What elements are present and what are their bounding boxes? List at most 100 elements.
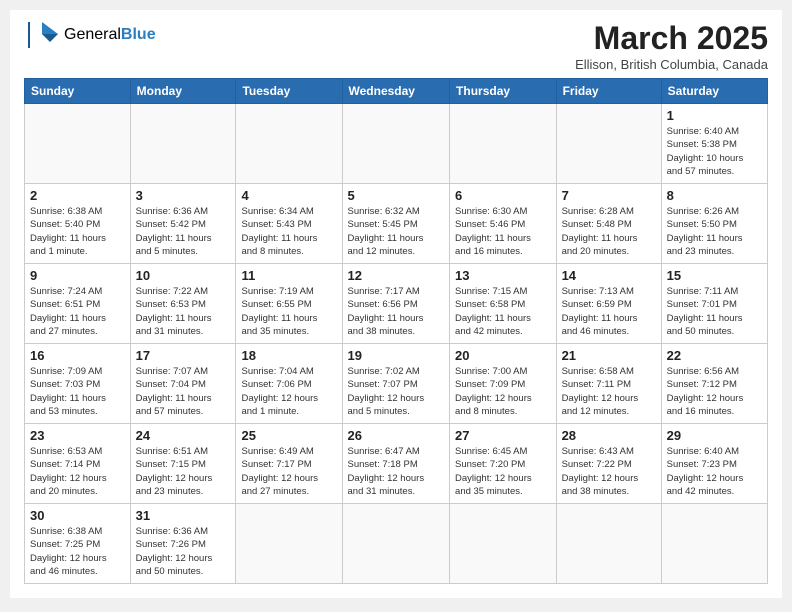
calendar-day-cell: 9 Sunrise: 7:24 AM Sunset: 6:51 PM Daylig… bbox=[25, 264, 131, 344]
day-info: Sunrise: 7:17 AM Sunset: 6:56 PM Dayligh… bbox=[348, 285, 445, 338]
calendar-day-cell: 17 Sunrise: 7:07 AM Sunset: 7:04 PM Dayli… bbox=[130, 344, 236, 424]
day-info: Sunrise: 7:02 AM Sunset: 7:07 PM Dayligh… bbox=[348, 365, 445, 418]
calendar-day-cell: 29Sunrise: 6:40 AM Sunset: 7:23 PM Dayli… bbox=[661, 424, 767, 504]
day-info: Sunrise: 6:30 AM Sunset: 5:46 PM Dayligh… bbox=[455, 205, 551, 258]
calendar-day-cell bbox=[342, 104, 450, 184]
day-number: 21 bbox=[562, 348, 656, 363]
day-info: Sunrise: 7:11 AM Sunset: 7:01 PM Dayligh… bbox=[667, 285, 762, 338]
calendar-week-row-5: 23Sunrise: 6:53 AM Sunset: 7:14 PM Dayli… bbox=[25, 424, 768, 504]
calendar-day-cell bbox=[236, 104, 342, 184]
calendar-day-cell: 4 Sunrise: 6:34 AM Sunset: 5:43 PM Daylig… bbox=[236, 184, 342, 264]
col-friday: Friday bbox=[556, 79, 661, 104]
day-info: Sunrise: 6:51 AM Sunset: 7:15 PM Dayligh… bbox=[136, 445, 231, 498]
calendar-day-cell bbox=[556, 104, 661, 184]
day-number: 31 bbox=[136, 508, 231, 523]
day-number: 16 bbox=[30, 348, 125, 363]
calendar-week-row-4: 16Sunrise: 7:09 AM Sunset: 7:03 PM Dayli… bbox=[25, 344, 768, 424]
day-number: 18 bbox=[241, 348, 336, 363]
day-info: Sunrise: 6:38 AM Sunset: 7:25 PM Dayligh… bbox=[30, 525, 125, 578]
calendar-week-row-2: 2Sunrise: 6:38 AM Sunset: 5:40 PM Daylig… bbox=[25, 184, 768, 264]
calendar-day-cell: 24Sunrise: 6:51 AM Sunset: 7:15 PM Dayli… bbox=[130, 424, 236, 504]
day-info: Sunrise: 6:53 AM Sunset: 7:14 PM Dayligh… bbox=[30, 445, 125, 498]
day-number: 11 bbox=[241, 268, 336, 283]
day-info: Sunrise: 7:04 AM Sunset: 7:06 PM Dayligh… bbox=[241, 365, 336, 418]
day-number: 22 bbox=[667, 348, 762, 363]
day-number: 4 bbox=[241, 188, 336, 203]
calendar-day-cell: 30Sunrise: 6:38 AM Sunset: 7:25 PM Dayli… bbox=[25, 504, 131, 584]
calendar-day-cell bbox=[236, 504, 342, 584]
day-number: 9 bbox=[30, 268, 125, 283]
day-info: Sunrise: 7:07 AM Sunset: 7:04 PM Dayligh… bbox=[136, 365, 231, 418]
header: GeneralBlue March 2025 Ellison, British … bbox=[24, 20, 768, 72]
month-title: March 2025 bbox=[575, 20, 768, 57]
calendar-day-cell: 13Sunrise: 7:15 AM Sunset: 6:58 PM Dayli… bbox=[450, 264, 557, 344]
calendar-day-cell bbox=[25, 104, 131, 184]
logo-blue-text: Blue bbox=[121, 26, 156, 43]
logo-icon bbox=[24, 20, 60, 50]
day-info: Sunrise: 6:38 AM Sunset: 5:40 PM Dayligh… bbox=[30, 205, 125, 258]
day-number: 27 bbox=[455, 428, 551, 443]
day-info: Sunrise: 6:36 AM Sunset: 7:26 PM Dayligh… bbox=[136, 525, 231, 578]
calendar-day-cell: 11Sunrise: 7:19 AM Sunset: 6:55 PM Dayli… bbox=[236, 264, 342, 344]
day-info: Sunrise: 6:40 AM Sunset: 7:23 PM Dayligh… bbox=[667, 445, 762, 498]
day-info: Sunrise: 6:56 AM Sunset: 7:12 PM Dayligh… bbox=[667, 365, 762, 418]
day-info: Sunrise: 6:34 AM Sunset: 5:43 PM Dayligh… bbox=[241, 205, 336, 258]
day-number: 28 bbox=[562, 428, 656, 443]
day-info: Sunrise: 6:43 AM Sunset: 7:22 PM Dayligh… bbox=[562, 445, 656, 498]
day-number: 3 bbox=[136, 188, 231, 203]
calendar-day-cell: 7Sunrise: 6:28 AM Sunset: 5:48 PM Daylig… bbox=[556, 184, 661, 264]
col-monday: Monday bbox=[130, 79, 236, 104]
title-block: March 2025 Ellison, British Columbia, Ca… bbox=[575, 20, 768, 72]
calendar-week-row-1: 1Sunrise: 6:40 AM Sunset: 5:38 PM Daylig… bbox=[25, 104, 768, 184]
col-saturday: Saturday bbox=[661, 79, 767, 104]
day-info: Sunrise: 7:22 AM Sunset: 6:53 PM Dayligh… bbox=[136, 285, 231, 338]
calendar-day-cell: 3Sunrise: 6:36 AM Sunset: 5:42 PM Daylig… bbox=[130, 184, 236, 264]
calendar-day-cell: 15Sunrise: 7:11 AM Sunset: 7:01 PM Dayli… bbox=[661, 264, 767, 344]
calendar-day-cell: 25Sunrise: 6:49 AM Sunset: 7:17 PM Dayli… bbox=[236, 424, 342, 504]
day-info: Sunrise: 6:26 AM Sunset: 5:50 PM Dayligh… bbox=[667, 205, 762, 258]
day-info: Sunrise: 7:24 AM Sunset: 6:51 PM Dayligh… bbox=[30, 285, 125, 338]
calendar-day-cell: 2Sunrise: 6:38 AM Sunset: 5:40 PM Daylig… bbox=[25, 184, 131, 264]
day-info: Sunrise: 6:32 AM Sunset: 5:45 PM Dayligh… bbox=[348, 205, 445, 258]
col-wednesday: Wednesday bbox=[342, 79, 450, 104]
calendar-week-row-3: 9 Sunrise: 7:24 AM Sunset: 6:51 PM Daylig… bbox=[25, 264, 768, 344]
calendar-day-cell: 18 Sunrise: 7:04 AM Sunset: 7:06 PM Dayli… bbox=[236, 344, 342, 424]
calendar-day-cell bbox=[661, 504, 767, 584]
day-info: Sunrise: 7:13 AM Sunset: 6:59 PM Dayligh… bbox=[562, 285, 656, 338]
day-number: 12 bbox=[348, 268, 445, 283]
day-info: Sunrise: 6:49 AM Sunset: 7:17 PM Dayligh… bbox=[241, 445, 336, 498]
calendar-day-cell bbox=[130, 104, 236, 184]
calendar-day-cell: 26Sunrise: 6:47 AM Sunset: 7:18 PM Dayli… bbox=[342, 424, 450, 504]
day-info: Sunrise: 6:58 AM Sunset: 7:11 PM Dayligh… bbox=[562, 365, 656, 418]
page: GeneralBlue March 2025 Ellison, British … bbox=[10, 10, 782, 598]
day-info: Sunrise: 6:45 AM Sunset: 7:20 PM Dayligh… bbox=[455, 445, 551, 498]
calendar-table: Sunday Monday Tuesday Wednesday Thursday… bbox=[24, 78, 768, 584]
day-info: Sunrise: 7:00 AM Sunset: 7:09 PM Dayligh… bbox=[455, 365, 551, 418]
day-number: 8 bbox=[667, 188, 762, 203]
calendar-day-cell: 31 Sunrise: 6:36 AM Sunset: 7:26 PM Dayli… bbox=[130, 504, 236, 584]
calendar-week-row-6: 30Sunrise: 6:38 AM Sunset: 7:25 PM Dayli… bbox=[25, 504, 768, 584]
day-info: Sunrise: 6:28 AM Sunset: 5:48 PM Dayligh… bbox=[562, 205, 656, 258]
calendar-day-cell: 5Sunrise: 6:32 AM Sunset: 5:45 PM Daylig… bbox=[342, 184, 450, 264]
calendar-day-cell: 21 Sunrise: 6:58 AM Sunset: 7:11 PM Dayli… bbox=[556, 344, 661, 424]
day-number: 1 bbox=[667, 108, 762, 123]
calendar-day-cell bbox=[342, 504, 450, 584]
calendar-day-cell: 28 Sunrise: 6:43 AM Sunset: 7:22 PM Dayli… bbox=[556, 424, 661, 504]
calendar-day-cell: 22 Sunrise: 6:56 AM Sunset: 7:12 PM Dayli… bbox=[661, 344, 767, 424]
day-number: 19 bbox=[348, 348, 445, 363]
day-number: 13 bbox=[455, 268, 551, 283]
calendar-day-cell: 23Sunrise: 6:53 AM Sunset: 7:14 PM Dayli… bbox=[25, 424, 131, 504]
calendar-day-cell: 27 Sunrise: 6:45 AM Sunset: 7:20 PM Dayli… bbox=[450, 424, 557, 504]
location: Ellison, British Columbia, Canada bbox=[575, 57, 768, 72]
calendar-day-cell: 14Sunrise: 7:13 AM Sunset: 6:59 PM Dayli… bbox=[556, 264, 661, 344]
logo-text: GeneralBlue bbox=[64, 26, 156, 44]
day-number: 6 bbox=[455, 188, 551, 203]
calendar-day-cell: 8 Sunrise: 6:26 AM Sunset: 5:50 PM Daylig… bbox=[661, 184, 767, 264]
day-number: 17 bbox=[136, 348, 231, 363]
day-number: 26 bbox=[348, 428, 445, 443]
calendar-day-cell: 19 Sunrise: 7:02 AM Sunset: 7:07 PM Dayli… bbox=[342, 344, 450, 424]
calendar-day-cell: 12 Sunrise: 7:17 AM Sunset: 6:56 PM Dayli… bbox=[342, 264, 450, 344]
col-sunday: Sunday bbox=[25, 79, 131, 104]
col-thursday: Thursday bbox=[450, 79, 557, 104]
day-number: 20 bbox=[455, 348, 551, 363]
